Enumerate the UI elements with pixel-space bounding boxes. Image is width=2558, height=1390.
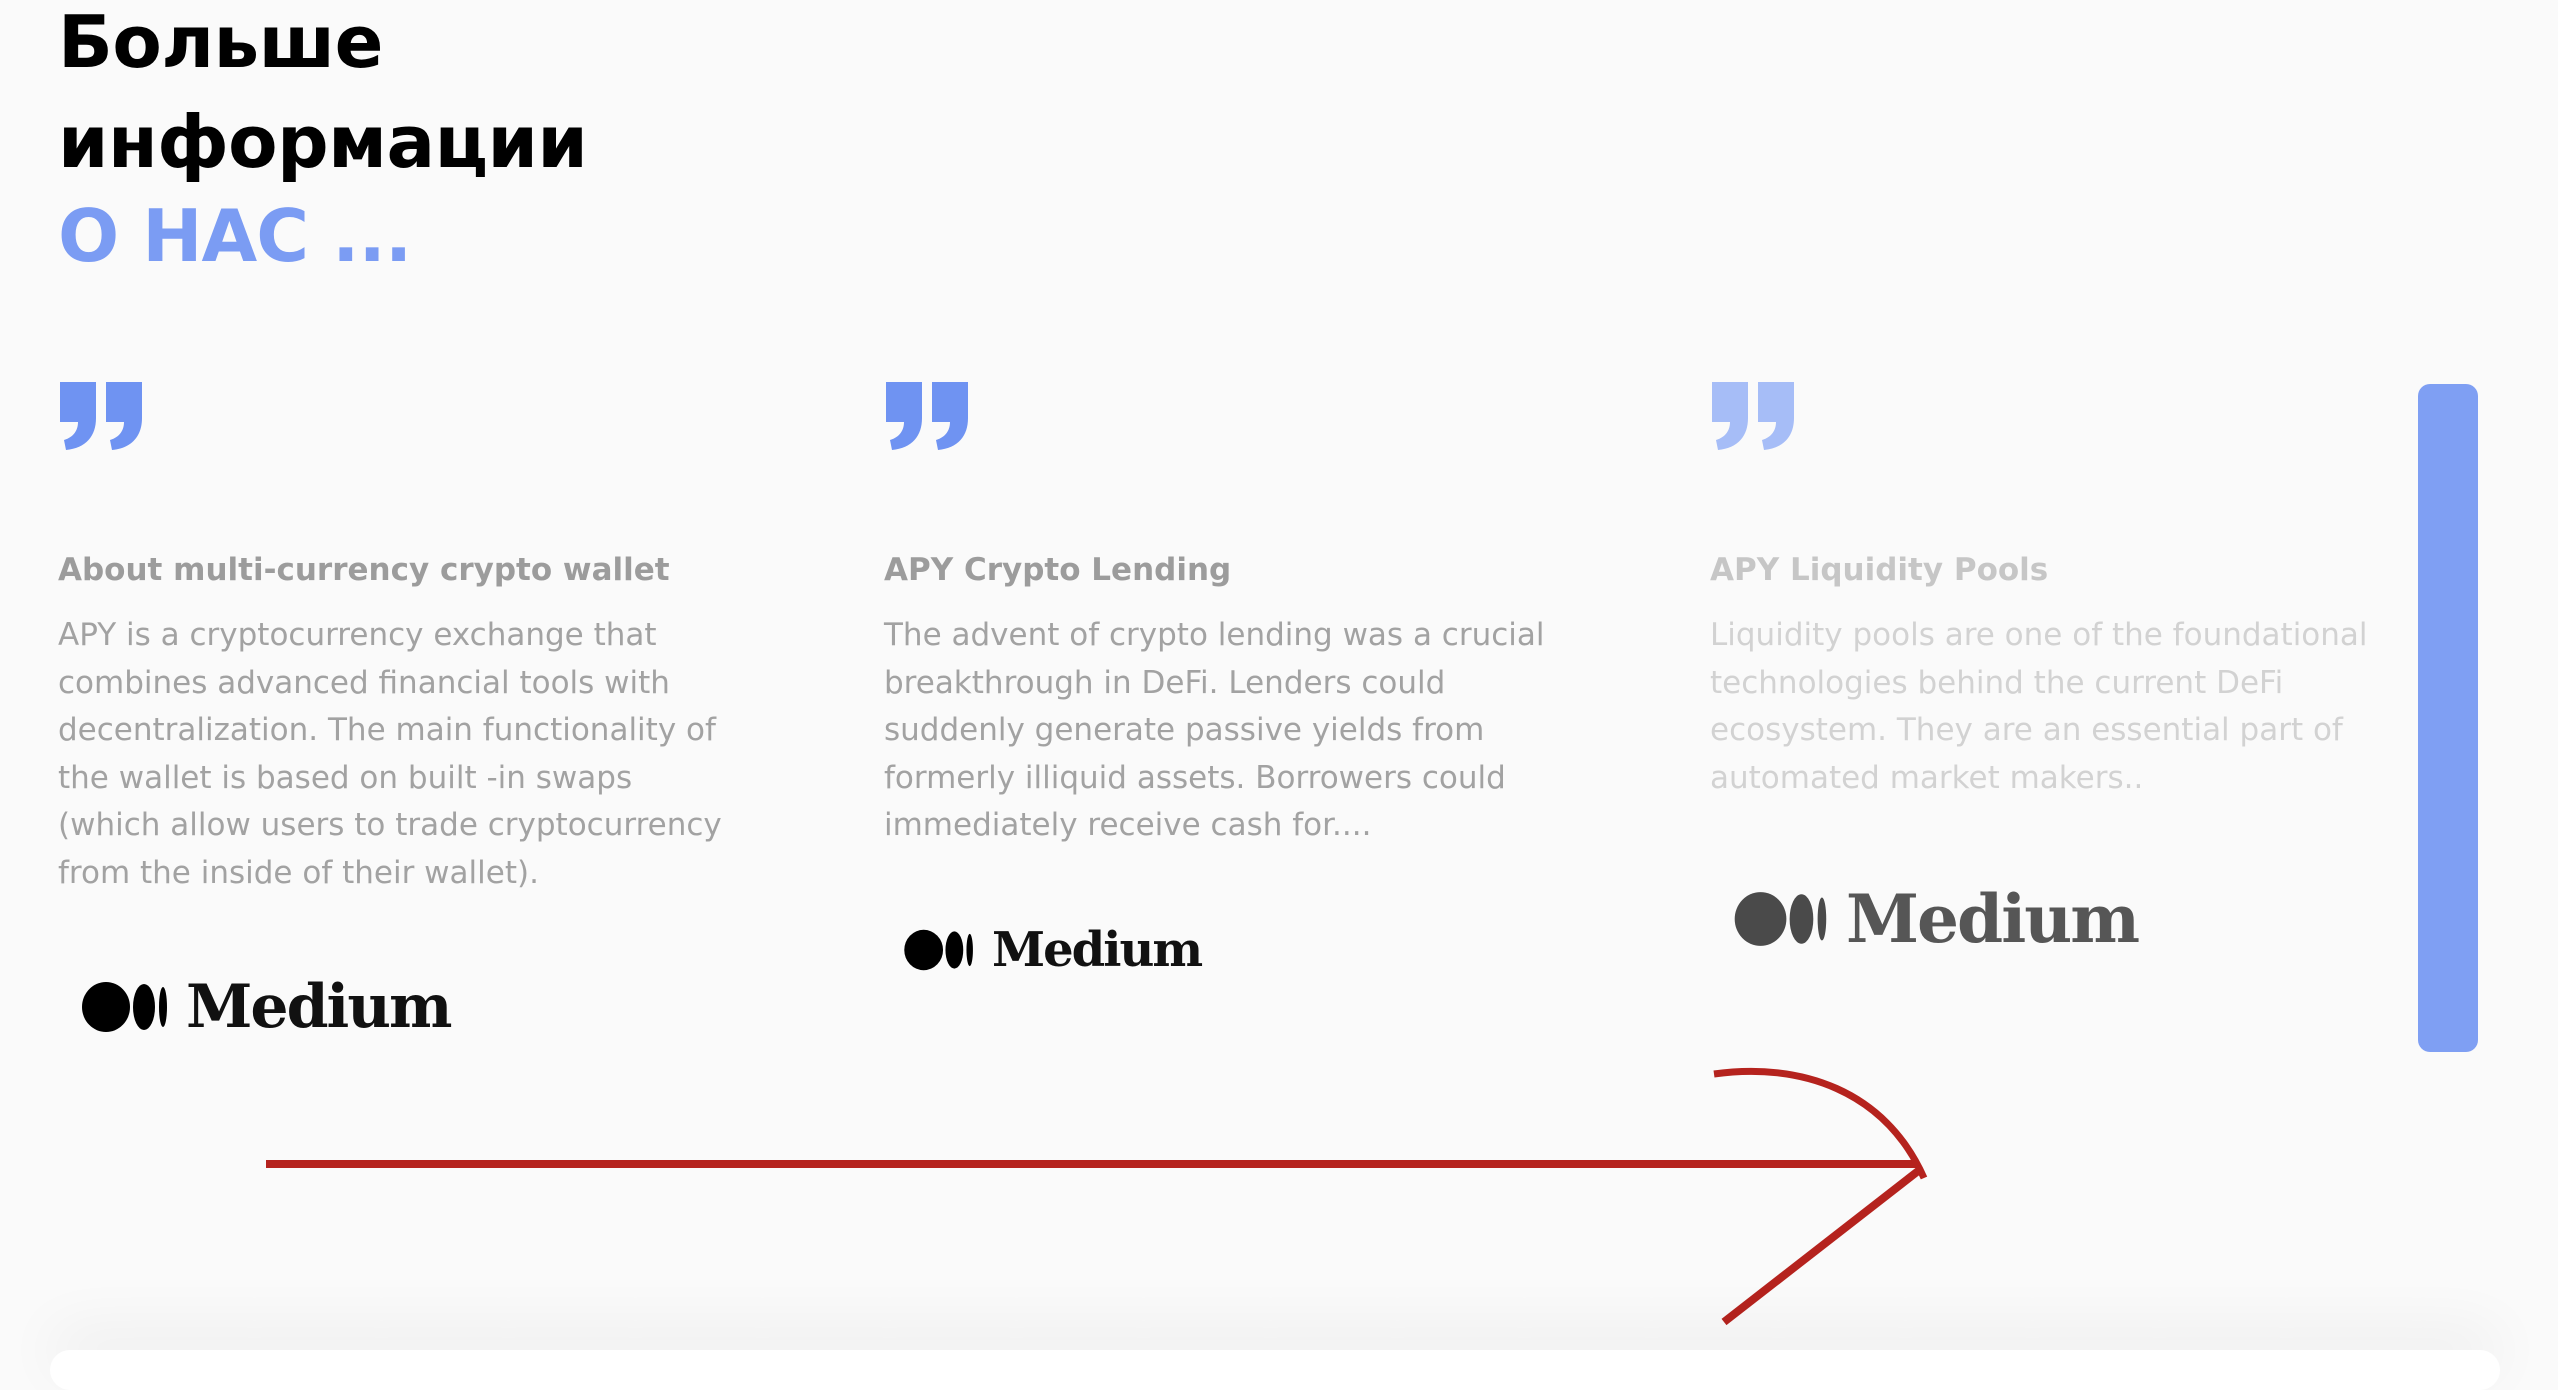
footer-panel (50, 1350, 2500, 1390)
annotation-arrow-icon (266, 1067, 1928, 1326)
